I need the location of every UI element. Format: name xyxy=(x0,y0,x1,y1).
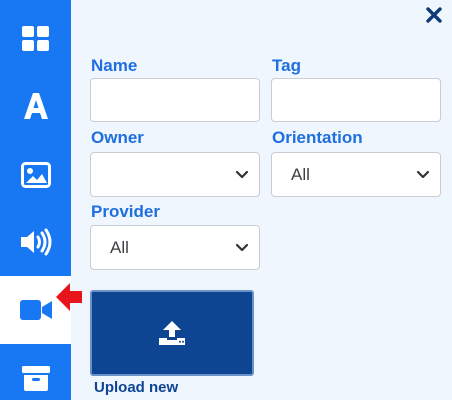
sidebar-item-audio[interactable] xyxy=(0,208,71,276)
audio-icon xyxy=(20,228,51,256)
upload-new-label: Upload new xyxy=(94,379,179,396)
orientation-select-value: All xyxy=(291,164,310,184)
close-button[interactable] xyxy=(423,4,445,26)
upload-new-button[interactable] xyxy=(90,290,254,376)
pointer-arrow-icon xyxy=(56,283,82,311)
video-icon xyxy=(19,300,52,320)
owner-label: Owner xyxy=(91,128,144,147)
orientation-label: Orientation xyxy=(272,128,363,147)
provider-select[interactable]: All xyxy=(90,225,260,270)
image-icon xyxy=(20,162,51,188)
archive-icon xyxy=(21,366,50,391)
tag-input[interactable] xyxy=(271,78,441,122)
text-icon xyxy=(23,93,48,119)
provider-label: Provider xyxy=(91,202,160,221)
sidebar-item-layouts[interactable] xyxy=(0,5,71,73)
chevron-down-icon xyxy=(235,170,249,179)
orientation-select[interactable]: All xyxy=(271,152,441,197)
name-label: Name xyxy=(91,56,138,75)
sidebar-item-images[interactable] xyxy=(0,141,71,209)
sidebar-item-text[interactable] xyxy=(0,72,71,140)
provider-select-value: All xyxy=(110,237,129,257)
chevron-down-icon xyxy=(416,170,430,179)
sidebar xyxy=(0,0,71,400)
name-input[interactable] xyxy=(90,78,260,122)
chevron-down-icon xyxy=(235,243,249,252)
sidebar-item-archive[interactable] xyxy=(0,344,71,400)
owner-select[interactable] xyxy=(90,152,260,197)
tag-label: Tag xyxy=(272,56,301,75)
close-icon xyxy=(426,7,442,23)
upload-icon xyxy=(159,321,185,345)
grid-icon xyxy=(21,26,49,51)
